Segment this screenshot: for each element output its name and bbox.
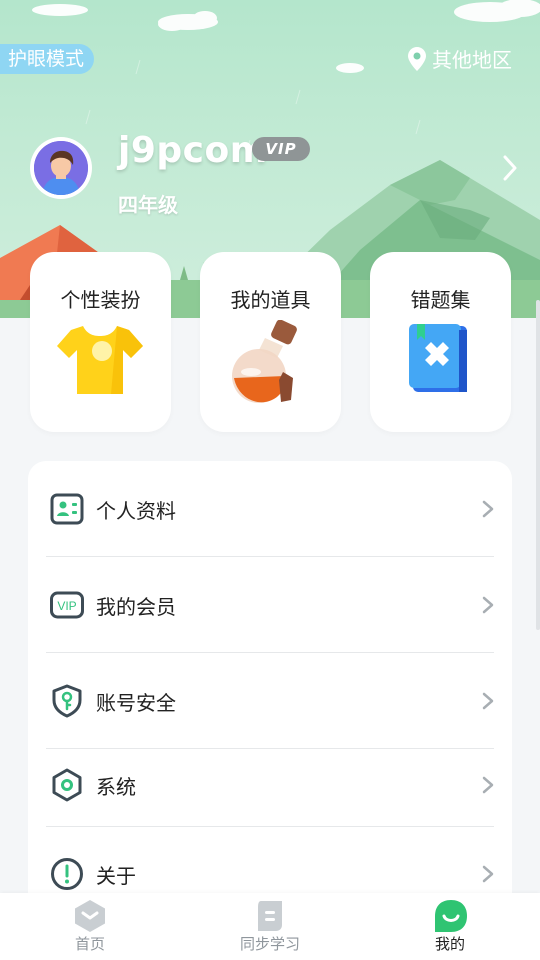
vip-icon: VIP <box>50 591 84 619</box>
card-mistake-book[interactable]: 错题集 <box>370 252 511 432</box>
tab-label: 首页 <box>74 935 105 953</box>
card-label: 我的道具 <box>230 288 311 312</box>
menu-item-vip[interactable]: VIP 我的会员 <box>46 557 494 653</box>
bottom-tab-bar: 首页 同步学习 我的 <box>0 893 540 960</box>
tab-label: 我的 <box>434 935 465 953</box>
hexagon-settings-icon <box>52 768 82 802</box>
profile-card-icon <box>50 493 84 525</box>
sync-study-icon <box>258 901 282 931</box>
tab-sync-study[interactable]: 同步学习 <box>210 893 330 960</box>
user-avatar-illustration <box>34 141 88 195</box>
chevron-right-icon <box>482 776 494 794</box>
mistake-book-icon <box>409 324 467 392</box>
potion-icon <box>232 320 297 403</box>
menu-item-label: 个人资料 <box>96 498 176 523</box>
chevron-right-icon <box>482 692 494 710</box>
tshirt-icon <box>57 326 143 394</box>
avatar[interactable] <box>30 137 92 199</box>
card-label: 个性装扮 <box>60 288 141 312</box>
username: j9pcom <box>118 130 268 171</box>
vip-badge: VIP <box>252 137 310 161</box>
card-dress-up[interactable]: 个性装扮 <box>30 252 171 432</box>
tab-home[interactable]: 首页 <box>30 893 150 960</box>
settings-menu: 个人资料 VIP 我的会员 账号安全 系统 关于 <box>28 461 512 921</box>
region-selector[interactable]: 其他地区 <box>408 44 512 73</box>
feature-cards: 个性装扮 我的道具 错题集 <box>30 252 512 432</box>
menu-item-system[interactable]: 系统 <box>46 741 494 829</box>
grade-label: 四年级 <box>118 193 178 217</box>
eye-protection-mode-toggle[interactable]: 护眼模式 <box>0 44 95 74</box>
menu-item-label: 系统 <box>96 774 136 799</box>
chevron-right-icon <box>482 596 494 614</box>
card-my-items[interactable]: 我的道具 <box>200 252 341 432</box>
tab-label: 同步学习 <box>239 935 300 953</box>
home-icon <box>75 900 105 932</box>
info-icon <box>51 858 83 890</box>
chevron-right-icon <box>482 865 494 883</box>
menu-item-account-security[interactable]: 账号安全 <box>46 653 494 749</box>
menu-item-label: 关于 <box>96 863 136 888</box>
location-pin-icon <box>408 46 426 71</box>
menu-item-label: 账号安全 <box>96 690 176 715</box>
chevron-right-icon <box>482 500 494 518</box>
chevron-right-icon[interactable] <box>502 154 518 182</box>
card-label: 错题集 <box>410 288 471 312</box>
menu-item-profile[interactable]: 个人资料 <box>46 461 494 557</box>
vip-icon-text: VIP <box>57 599 76 613</box>
tab-me[interactable]: 我的 <box>390 893 510 960</box>
region-label: 其他地区 <box>432 48 512 72</box>
menu-item-label: 我的会员 <box>96 594 176 619</box>
me-icon <box>435 900 467 932</box>
shield-key-icon <box>52 684 82 718</box>
scrollbar[interactable] <box>536 300 540 630</box>
